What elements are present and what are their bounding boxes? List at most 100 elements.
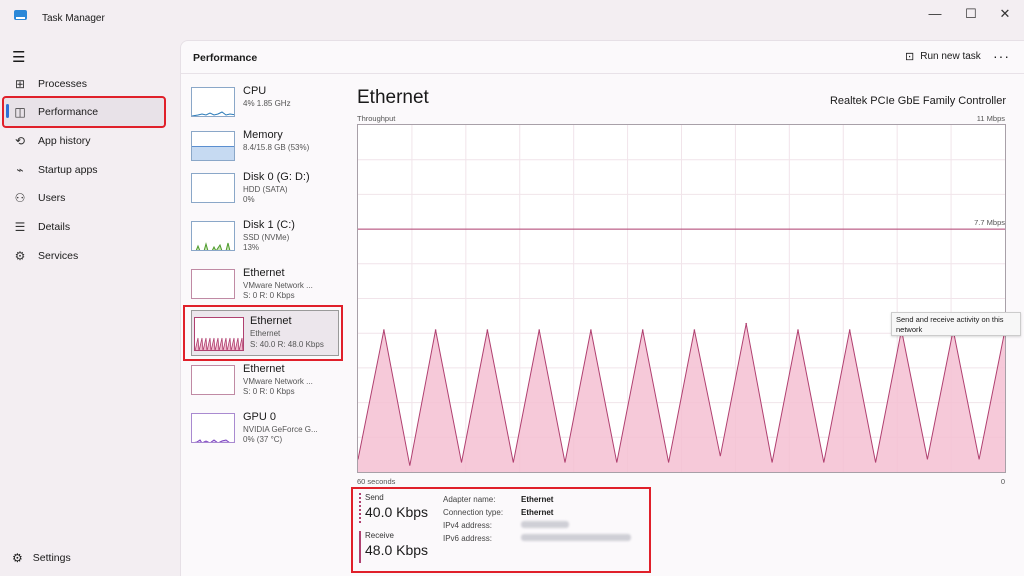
- title-bar: Task Manager — ☐ ✕: [0, 0, 1024, 30]
- close-button[interactable]: ✕: [994, 4, 1016, 24]
- ipv6-value-redacted: [521, 534, 631, 543]
- data-point: [641, 329, 644, 331]
- device-usage: 0%: [243, 195, 255, 204]
- sidebar-item-services[interactable]: ⚙ Services: [4, 242, 164, 270]
- sidebar-item-label: Startup apps: [38, 164, 98, 176]
- device-usage: S: 40.0 R: 48.0 Kbps: [250, 340, 324, 349]
- reference-line-label: 7.7 Mbps: [974, 218, 1005, 227]
- header-divider: [181, 73, 1024, 74]
- max-throughput-label: 11 Mbps: [976, 114, 1005, 123]
- ethernet-mini-graph: [194, 317, 244, 351]
- sidebar-item-details[interactable]: ☰ Details: [4, 213, 164, 241]
- sidebar-item-label: Users: [38, 192, 66, 204]
- disk-1-mini-graph: [191, 221, 235, 251]
- device-name: Disk 0 (G: D:): [243, 171, 310, 183]
- ipv4-key: IPv4 address:: [443, 521, 492, 530]
- disk-0-mini-graph: [191, 173, 235, 203]
- selected-highlight: Ethernet Ethernet S: 40.0 R: 48.0 Kbps: [191, 310, 339, 356]
- receive-value: 48.0 Kbps: [365, 542, 429, 558]
- device-name: Ethernet: [243, 363, 285, 375]
- device-detail: VMware Network ...: [243, 377, 313, 386]
- send-label: Send: [365, 493, 384, 502]
- run-new-task-button[interactable]: ⊡ Run new task: [905, 50, 981, 63]
- receive-label: Receive: [365, 531, 394, 540]
- device-usage: S: 0 R: 0 Kbps: [243, 387, 295, 396]
- device-disk-0[interactable]: Disk 0 (G: D:) HDD (SATA) 0%: [191, 171, 341, 215]
- data-point: [486, 329, 489, 331]
- device-memory[interactable]: Memory 8.4/15.8 GB (53%): [191, 129, 341, 173]
- task-manager-icon: [14, 10, 27, 20]
- connection-type-key: Connection type:: [443, 508, 504, 517]
- device-detail: HDD (SATA): [243, 185, 288, 194]
- details-icon: ☰: [14, 220, 26, 234]
- device-gpu-0[interactable]: GPU 0 NVIDIA GeForce G... 0% (37 °C): [191, 411, 341, 455]
- receive-stat: Receive 48.0 Kbps: [359, 531, 428, 563]
- processes-icon: ⊞: [14, 77, 26, 91]
- time-span-label: 60 seconds: [357, 477, 396, 486]
- memory-mini-graph: [191, 131, 235, 161]
- device-cpu[interactable]: CPU 4% 1.85 GHz: [191, 85, 341, 129]
- device-detail: Ethernet: [250, 329, 281, 338]
- graph-tooltip: Send and receive activity on this networ…: [891, 312, 1021, 336]
- data-point: [434, 329, 437, 331]
- users-icon: ⚇: [14, 191, 26, 205]
- performance-icon: ◫: [14, 105, 26, 119]
- zero-label: 0: [1000, 477, 1005, 486]
- sidebar-item-users[interactable]: ⚇ Users: [4, 184, 164, 212]
- more-options-button[interactable]: ···: [993, 48, 1010, 64]
- device-detail: VMware Network ...: [243, 281, 313, 290]
- device-name: Ethernet: [250, 315, 292, 327]
- minimize-button[interactable]: —: [924, 4, 946, 24]
- main-panel: Performance ⊡ Run new task ··· CPU 4% 1.…: [180, 40, 1024, 576]
- services-icon: ⚙: [14, 249, 26, 263]
- device-ethernet-vmware-2[interactable]: Ethernet VMware Network ... S: 0 R: 0 Kb…: [191, 363, 341, 407]
- app-title: Task Manager: [42, 13, 105, 24]
- device-usage: S: 0 R: 0 Kbps: [243, 291, 295, 300]
- sidebar-item-processes[interactable]: ⊞ Processes: [4, 70, 164, 98]
- device-name: CPU: [243, 85, 267, 97]
- page-title: Performance: [193, 52, 258, 64]
- sidebar-item-label: Processes: [38, 78, 88, 90]
- device-detail: 4% 1.85 GHz: [243, 99, 291, 108]
- send-value: 40.0 Kbps: [365, 504, 429, 520]
- device-usage: 13%: [243, 243, 260, 252]
- device-detail: SSD (NVMe): [243, 233, 290, 242]
- data-point: [745, 322, 747, 325]
- device-name: GPU 0: [243, 411, 277, 423]
- device-detail: 8.4/15.8 GB (53%): [243, 143, 310, 152]
- network-stats-panel: Send 40.0 Kbps Receive 48.0 Kbps Adapter…: [351, 487, 651, 573]
- ipv4-value-redacted: [521, 521, 569, 530]
- throughput-label: Throughput: [357, 114, 396, 123]
- ipv6-key: IPv6 address:: [443, 534, 492, 543]
- device-name: Disk 1 (C:): [243, 219, 295, 231]
- device-detail: NVIDIA GeForce G...: [243, 425, 318, 434]
- gpu-mini-graph: [191, 413, 235, 443]
- throughput-graph: [357, 124, 1006, 473]
- throughput-chart-svg: [357, 125, 1006, 472]
- sidebar-item-performance[interactable]: ◫ Performance: [2, 96, 166, 128]
- history-icon: ⟲: [14, 134, 26, 148]
- settings-button[interactable]: ⚙ Settings: [12, 551, 71, 565]
- device-name: Memory: [243, 129, 283, 141]
- adapter-name-key: Adapter name:: [443, 495, 496, 504]
- device-ethernet-selected[interactable]: Ethernet Ethernet S: 40.0 R: 48.0 Kbps: [183, 305, 343, 361]
- hamburger-menu-icon[interactable]: ☰: [12, 48, 25, 66]
- detail-title: Ethernet: [357, 87, 429, 108]
- device-disk-1[interactable]: Disk 1 (C:) SSD (NVMe) 13%: [191, 219, 341, 263]
- connection-type-value: Ethernet: [521, 508, 554, 517]
- data-point: [797, 329, 799, 331]
- sidebar-item-label: Details: [38, 221, 71, 233]
- sidebar-item-app-history[interactable]: ⟲ App history: [4, 127, 164, 155]
- startup-icon: ⌁: [16, 163, 24, 177]
- data-point: [538, 329, 540, 331]
- data-point: [590, 329, 592, 331]
- ethernet-mini-graph: [191, 269, 235, 299]
- settings-label: Settings: [32, 552, 71, 564]
- maximize-button[interactable]: ☐: [960, 4, 982, 24]
- ethernet-mini-graph: [191, 365, 235, 395]
- cpu-mini-graph: [191, 87, 235, 117]
- data-point: [383, 329, 385, 331]
- sidebar-item-startup-apps[interactable]: ⌁ Startup apps: [4, 156, 164, 184]
- data-point: [693, 329, 696, 331]
- adapter-name-heading: Realtek PCIe GbE Family Controller: [829, 95, 1006, 107]
